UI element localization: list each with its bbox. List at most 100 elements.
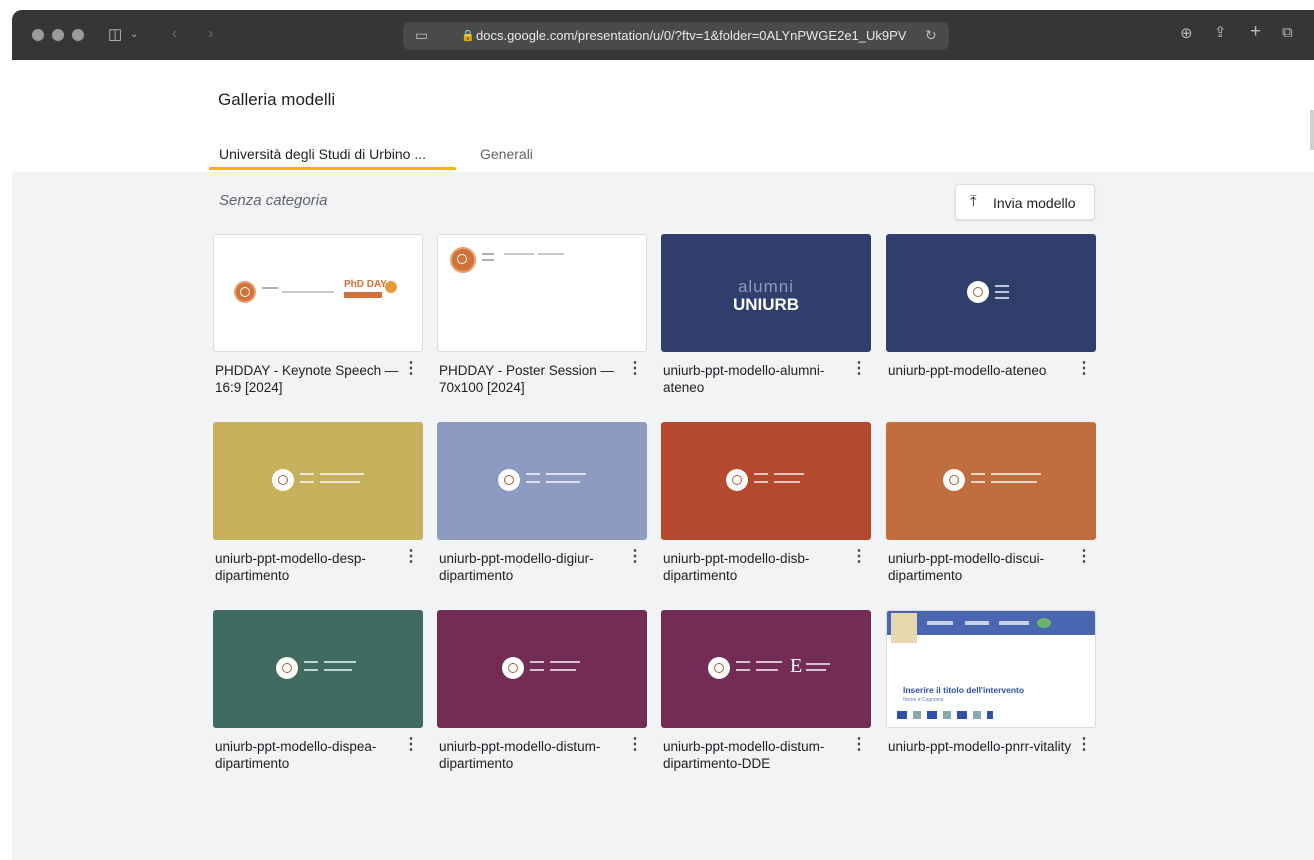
template-thumbnail[interactable] (437, 422, 647, 540)
more-options-icon[interactable]: ⋮ (851, 737, 867, 753)
scrollbar[interactable] (1310, 110, 1314, 150)
university-logo (943, 469, 965, 491)
new-tab-icon[interactable]: + (1250, 22, 1261, 42)
lock-icon: 🔒 (461, 30, 475, 42)
thumb-text-line (304, 661, 318, 663)
university-logo (498, 469, 520, 491)
thumb-text-line (756, 661, 782, 663)
tab-uniurb[interactable]: Università degli Studi di Urbino ... (219, 146, 426, 162)
thumb-text-line (530, 669, 544, 671)
template-thumbnail[interactable] (213, 422, 423, 540)
more-options-icon[interactable]: ⋮ (627, 737, 643, 753)
back-icon[interactable]: ‹ (172, 24, 177, 44)
thumb-text-line (300, 473, 314, 475)
template-name: uniurb-ppt-modello-distum-dipartimento-D… (663, 739, 825, 771)
template-thumbnail[interactable]: Inserire il titolo dell'intervento Nome … (886, 610, 1096, 728)
more-options-icon[interactable]: ⋮ (403, 549, 419, 565)
template-name: uniurb-ppt-modello-distum-dipartimento (439, 739, 601, 771)
more-options-icon[interactable]: ⋮ (627, 549, 643, 565)
minimize-window-button[interactable] (52, 29, 64, 41)
more-options-icon[interactable]: ⋮ (1076, 549, 1092, 565)
template-name: uniurb-ppt-modello-ateneo (888, 363, 1047, 378)
submit-template-button[interactable]: ⤒ Invia modello (955, 184, 1095, 220)
share-icon[interactable]: ⇪ (1214, 23, 1227, 43)
template-thumbnail[interactable]: alumni UNIURB (661, 234, 871, 352)
thumb-text-line (736, 661, 750, 663)
more-options-icon[interactable]: ⋮ (627, 361, 643, 377)
tab-overview-icon[interactable]: ⧉ (1282, 23, 1293, 43)
thumb-text-line (324, 669, 352, 671)
template-thumbnail[interactable] (886, 422, 1096, 540)
thumb-text-line (304, 669, 318, 671)
template-name: uniurb-ppt-modello-disb-dipartimento (663, 551, 810, 583)
template-thumbnail[interactable]: PhD DAY (213, 234, 423, 352)
active-tab-indicator (209, 167, 456, 170)
thumb-text-line (318, 291, 334, 293)
template-thumbnail[interactable] (437, 610, 647, 728)
university-logo (726, 469, 748, 491)
close-window-button[interactable] (32, 29, 44, 41)
template-thumbnail[interactable] (213, 610, 423, 728)
thumb-text-line (756, 669, 778, 671)
thumb-text-line (991, 473, 1041, 475)
template-thumbnail[interactable] (437, 234, 647, 352)
template-thumbnail[interactable] (886, 234, 1096, 352)
thumb-text-line (806, 669, 826, 671)
thumb-text-line (999, 621, 1029, 625)
thumb-text-line (546, 481, 580, 483)
thumb-text-line (320, 473, 364, 475)
thumb-text-line (754, 481, 768, 483)
thumb-text-line (300, 481, 314, 483)
more-options-icon[interactable]: ⋮ (1076, 737, 1092, 753)
chevron-down-icon[interactable]: ⌄ (130, 25, 138, 45)
thumb-text-line (504, 253, 534, 255)
more-options-icon[interactable]: ⋮ (1076, 361, 1092, 377)
forward-icon[interactable]: › (208, 24, 213, 44)
downloads-icon[interactable]: ⊕ (1180, 24, 1193, 44)
thumb-text-line (538, 253, 564, 255)
template-name: uniurb-ppt-modello-dispea-dipartimento (215, 739, 377, 771)
thumb-text-line (530, 661, 544, 663)
sidebar-icon[interactable]: ◫ (108, 25, 122, 45)
upload-icon: ⤒ (970, 193, 977, 210)
pnrr-logo (1037, 618, 1051, 628)
thumb-text-line (806, 663, 830, 665)
more-options-icon[interactable]: ⋮ (851, 549, 867, 565)
address-bar[interactable]: ▭ 🔒 docs.google.com/presentation/u/0/?ft… (403, 22, 949, 50)
zoom-window-button[interactable] (72, 29, 84, 41)
submit-template-label: Invia modello (993, 195, 1076, 211)
thumb-text-line (965, 621, 989, 625)
alumni-wordmark: alumni (737, 277, 795, 296)
template-thumbnail[interactable] (661, 422, 871, 540)
more-options-icon[interactable]: ⋮ (403, 361, 419, 377)
thumb-text-line (995, 285, 1009, 287)
thumb-text-line (550, 661, 580, 663)
thumb-text-line (482, 259, 494, 261)
thumb-text-line (526, 481, 540, 483)
thumb-text-line (995, 291, 1009, 293)
thumb-text-line (550, 669, 576, 671)
university-logo (234, 281, 256, 303)
reload-icon[interactable]: ↻ (925, 25, 937, 45)
dde-mark: E (790, 655, 803, 677)
thumb-text-line (526, 473, 540, 475)
page-title: Galleria modelli (218, 90, 336, 109)
thumb-text-line (774, 473, 804, 475)
template-name: uniurb-ppt-modello-pnrr-vitality (888, 739, 1072, 754)
section-label: Senza categoria (219, 192, 328, 209)
template-thumbnail[interactable]: E (661, 610, 871, 728)
pnrr-header-bar (887, 611, 1095, 643)
thumb-text-line (546, 473, 586, 475)
thumb-text-line (320, 481, 360, 483)
phd-day-badge: PhD DAY (344, 279, 387, 290)
template-name: PHDDAY - Keynote Speech — 16:9 [2024] (215, 363, 399, 395)
tab-generali[interactable]: Generali (480, 146, 533, 162)
template-name: uniurb-ppt-modello-digiur-dipartimento (439, 551, 594, 583)
university-logo (450, 247, 476, 273)
site-settings-icon[interactable]: ▭ (415, 25, 428, 45)
more-options-icon[interactable]: ⋮ (851, 361, 867, 377)
more-options-icon[interactable]: ⋮ (403, 737, 419, 753)
url-text: docs.google.com/presentation/u/0/?ftv=1&… (476, 28, 907, 43)
gallery-header (12, 60, 1314, 172)
university-logo (276, 657, 298, 679)
